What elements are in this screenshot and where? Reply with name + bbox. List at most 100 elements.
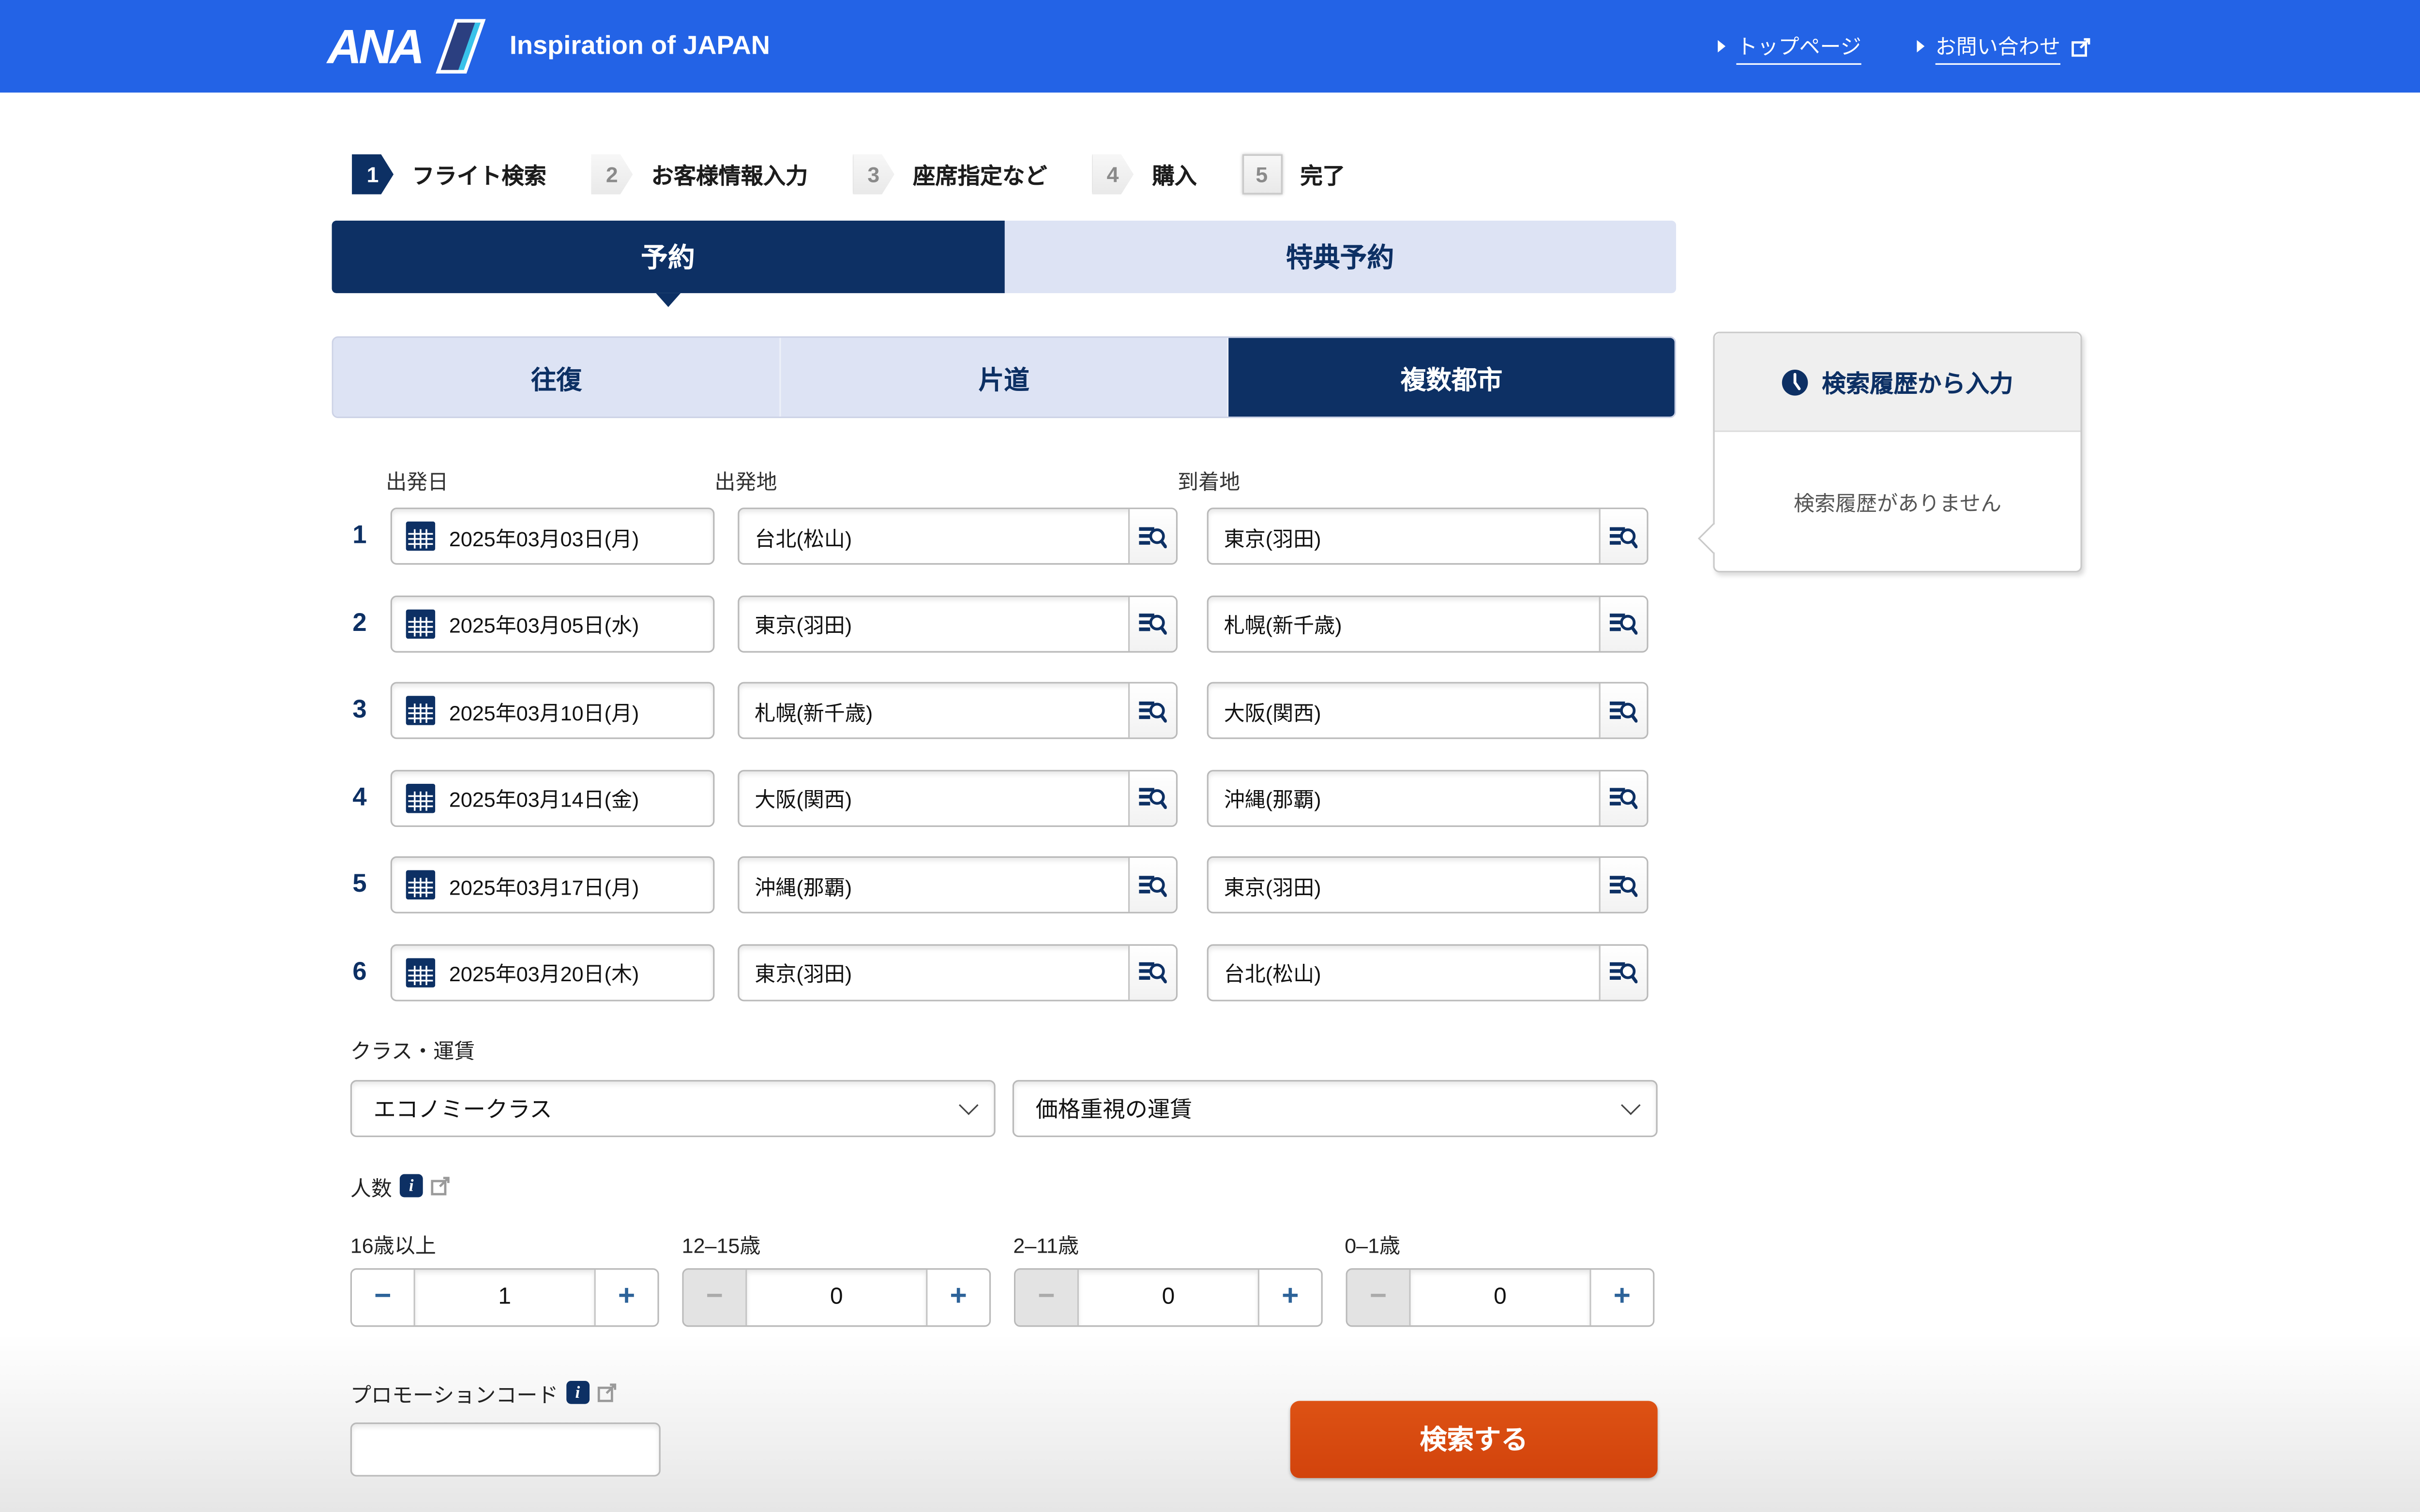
airport-search-button[interactable] — [1128, 509, 1176, 563]
tab-reservation[interactable]: 予約 — [332, 221, 1004, 293]
plus-button[interactable]: + — [1259, 1269, 1321, 1325]
search-list-icon — [1610, 871, 1637, 898]
from-value[interactable]: 沖縄(那覇) — [739, 858, 1128, 912]
minus-button[interactable]: − — [1015, 1269, 1077, 1325]
count-2-11: 0 — [1077, 1269, 1259, 1325]
date-field-2[interactable]: 2025年03月05日(水) — [391, 595, 715, 652]
passenger-steppers: − 1 + − 0 + − 0 + − 0 + — [350, 1268, 1676, 1326]
from-value[interactable]: 東京(羽田) — [739, 945, 1128, 999]
flight-row-3: 3 2025年03月10日(月) 札幌(新千歳) — [332, 682, 1676, 739]
search-button[interactable]: 検索する — [1290, 1400, 1658, 1477]
airport-search-button[interactable] — [1128, 684, 1176, 738]
to-value[interactable]: 大阪(関西) — [1209, 684, 1599, 738]
search-list-icon — [1610, 697, 1637, 724]
promo-code-input[interactable] — [350, 1422, 661, 1476]
clock-icon — [1782, 368, 1809, 396]
from-value[interactable]: 大阪(関西) — [739, 771, 1128, 825]
triangle-bullet-icon — [1917, 40, 1924, 53]
active-tab-caret-icon — [655, 293, 680, 307]
age-group-labels: 16歳以上 12–15歳 2–11歳 0–1歳 — [350, 1228, 1676, 1258]
trip-type-tabs: 往復 片道 複数都市 — [332, 336, 1676, 418]
flight-row-5: 5 2025年03月17日(月) 沖縄(那覇) — [332, 856, 1676, 913]
airport-search-button[interactable] — [1599, 596, 1647, 650]
search-history-empty: 検索履歴がありません — [1715, 432, 2081, 571]
adult-count: 1 — [414, 1269, 596, 1325]
airport-search-button[interactable] — [1599, 509, 1647, 563]
calendar-icon — [406, 522, 436, 551]
search-history-panel: 検索履歴から入力 検索履歴がありません — [1713, 332, 2082, 572]
search-list-icon — [1139, 784, 1166, 811]
date-field-3[interactable]: 2025年03月10日(月) — [391, 682, 715, 739]
age-label-12-15: 12–15歳 — [682, 1228, 1013, 1258]
to-value[interactable]: 沖縄(那覇) — [1209, 771, 1599, 825]
minus-button[interactable]: − — [352, 1269, 414, 1325]
tab-award-reservation[interactable]: 特典予約 — [1004, 221, 1676, 293]
plus-button[interactable]: + — [927, 1269, 989, 1325]
plus-button[interactable]: + — [596, 1269, 658, 1325]
airport-search-button[interactable] — [1599, 858, 1647, 912]
date-field-4[interactable]: 2025年03月14日(金) — [391, 769, 715, 826]
chevron-down-icon — [1621, 1094, 1641, 1114]
from-field-2: 東京(羽田) — [738, 595, 1178, 652]
class-select-value: エコノミークラス — [374, 1092, 552, 1124]
calendar-icon — [406, 609, 436, 638]
col-header-date: 出発日 — [386, 464, 714, 495]
date-value: 2025年03月05日(水) — [449, 608, 639, 639]
to-value[interactable]: 東京(羽田) — [1209, 858, 1599, 912]
tab-oneway[interactable]: 片道 — [781, 338, 1229, 417]
date-field-1[interactable]: 2025年03月03日(月) — [391, 508, 715, 565]
from-value[interactable]: 台北(松山) — [739, 509, 1128, 563]
triangle-bullet-icon — [1718, 40, 1726, 53]
top-page-link[interactable]: トップページ — [1718, 29, 1861, 64]
info-icon[interactable]: i — [566, 1381, 589, 1404]
promo-label: プロモーションコード — [350, 1377, 559, 1408]
airport-search-button[interactable] — [1599, 771, 1647, 825]
page: ANA Inspiration of JAPAN トップページ お問い合わせ — [0, 0, 2420, 1512]
minus-button[interactable]: − — [1347, 1269, 1409, 1325]
date-field-6[interactable]: 2025年03月20日(木) — [391, 943, 715, 1001]
airport-search-button[interactable] — [1128, 858, 1176, 912]
step-4-label: 購入 — [1152, 158, 1196, 191]
minus-button[interactable]: − — [684, 1269, 746, 1325]
passengers-label: 人数 — [350, 1170, 392, 1201]
class-select[interactable]: エコノミークラス — [350, 1079, 996, 1137]
airport-search-button[interactable] — [1128, 945, 1176, 999]
date-field-5[interactable]: 2025年03月17日(月) — [391, 856, 715, 913]
to-field-4: 沖縄(那覇) — [1207, 769, 1649, 826]
airport-search-button[interactable] — [1128, 596, 1176, 650]
age-label-0-1: 0–1歳 — [1345, 1228, 1676, 1258]
to-value[interactable]: 台北(松山) — [1209, 945, 1599, 999]
from-field-3: 札幌(新千歳) — [738, 682, 1178, 739]
tab-roundtrip[interactable]: 往復 — [333, 338, 781, 417]
tab-multicity[interactable]: 複数都市 — [1228, 338, 1675, 417]
contact-link[interactable]: お問い合わせ — [1917, 29, 2091, 64]
ana-slash-icon — [436, 17, 486, 75]
from-value[interactable]: 東京(羽田) — [739, 596, 1128, 650]
airport-search-button[interactable] — [1128, 771, 1176, 825]
external-link-icon — [2071, 36, 2091, 56]
main-content: 1 フライト検索 2 お客様情報入力 3 座席指定など 4 購入 5 完了 予約 — [332, 148, 1676, 1493]
step-4: 4 購入 — [1092, 154, 1197, 195]
passengers-label-row: 人数 i — [350, 1170, 1676, 1201]
external-link-icon — [597, 1382, 617, 1402]
to-value[interactable]: 東京(羽田) — [1209, 509, 1599, 563]
calendar-icon — [406, 870, 436, 899]
from-value[interactable]: 札幌(新千歳) — [739, 684, 1128, 738]
count-0-1: 0 — [1409, 1269, 1591, 1325]
to-field-1: 東京(羽田) — [1207, 508, 1649, 565]
class-fare-selects: エコノミークラス 価格重視の運賃 — [350, 1079, 1676, 1137]
fare-select[interactable]: 価格重視の運賃 — [1013, 1079, 1658, 1137]
search-list-icon — [1610, 958, 1637, 986]
date-value: 2025年03月17日(月) — [449, 869, 639, 900]
from-field-6: 東京(羽田) — [738, 943, 1178, 1001]
plus-button[interactable]: + — [1591, 1269, 1653, 1325]
airport-search-button[interactable] — [1599, 684, 1647, 738]
step-3: 3 座席指定など — [853, 154, 1047, 195]
col-header-from: 出発地 — [714, 464, 1178, 495]
row-number: 1 — [341, 522, 378, 551]
airport-search-button[interactable] — [1599, 945, 1647, 999]
flight-row-1: 1 2025年03月03日(月) 台北(松山) — [332, 508, 1676, 565]
info-icon[interactable]: i — [400, 1174, 423, 1198]
class-fare-label: クラス・運賃 — [350, 1033, 1676, 1064]
to-value[interactable]: 札幌(新千歳) — [1209, 596, 1599, 650]
